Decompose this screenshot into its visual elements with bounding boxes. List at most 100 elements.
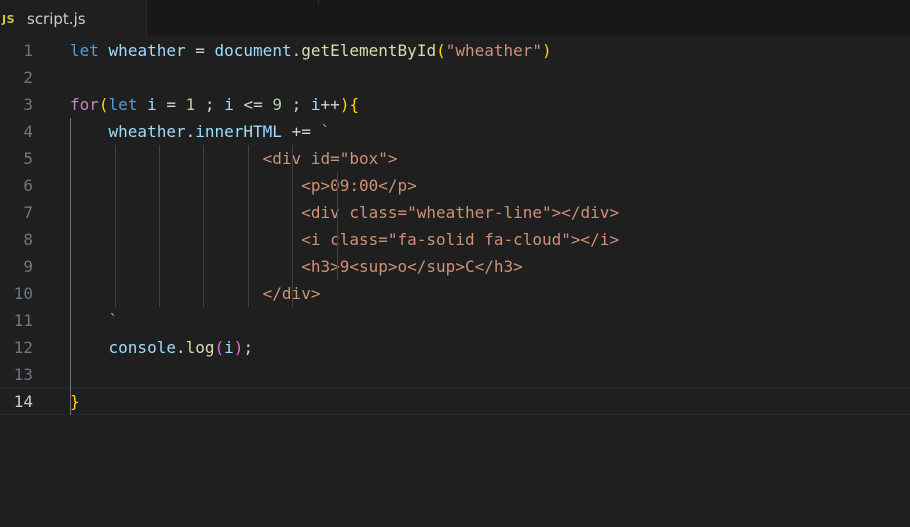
code-token: innerHTML [195, 122, 282, 141]
indent-guide [115, 145, 116, 307]
code-token: <i class="fa-solid fa-cloud"></i> [70, 230, 620, 249]
indent-guide [248, 145, 249, 307]
code-token: . [291, 41, 302, 60]
code-token: . [185, 122, 196, 141]
code-token: i [147, 95, 157, 114]
line-number: 12 [13, 338, 33, 357]
code-line[interactable]: 8 <i class="fa-solid fa-cloud"></i> [0, 226, 910, 253]
code-token: console [108, 338, 176, 357]
code-token: ) [542, 41, 552, 60]
code-token: <= [233, 95, 273, 114]
code-editor[interactable]: 1 let wheather = document.getElementById(… [0, 37, 910, 527]
code-text: console.log(i); [70, 334, 254, 361]
line-number: 9 [23, 257, 33, 276]
code-token: 1 [185, 95, 196, 114]
code-line[interactable]: 1 let wheather = document.getElementById(… [0, 37, 910, 64]
line-number: 6 [23, 176, 33, 195]
code-token: let [108, 95, 138, 114]
code-token: <div id="box"> [70, 149, 398, 168]
line-number: 8 [23, 230, 33, 249]
code-token: 9 [272, 95, 282, 114]
line-number: 1 [23, 41, 33, 60]
code-token: wheather [108, 122, 186, 141]
code-token: </div> [70, 284, 321, 303]
code-token: i [224, 95, 234, 114]
code-line[interactable]: 4 wheather.innerHTML += ` [0, 118, 910, 145]
indent-guide [337, 172, 338, 280]
code-line[interactable]: 11 ` [0, 307, 910, 334]
code-text: <h3>9<sup>o</sup>C</h3> [70, 253, 523, 280]
code-token: } [70, 392, 80, 411]
code-text: ` [70, 307, 119, 334]
line-number: 10 [13, 284, 33, 303]
code-token: += [281, 122, 321, 141]
line-number: 3 [23, 95, 33, 114]
indent-guide [159, 145, 160, 307]
tab-divider [318, 0, 319, 6]
tab-label: script.js [27, 10, 86, 28]
code-token: ; [243, 338, 254, 357]
code-token: { [349, 95, 360, 114]
code-token: "wheather" [445, 41, 543, 60]
code-line[interactable]: 7 <div class="wheather-line"></div> [0, 199, 910, 226]
code-token: = [185, 41, 215, 60]
code-token: ` [70, 311, 119, 330]
code-token: i [224, 338, 234, 357]
line-number: 4 [23, 122, 33, 141]
line-number: 2 [23, 68, 33, 87]
code-token: <p>09:00</p> [70, 176, 417, 195]
tab-script-js[interactable]: JS script.js [0, 0, 147, 35]
code-text: wheather.innerHTML += ` [70, 118, 331, 145]
code-token: ; [282, 95, 311, 114]
code-token: = [156, 95, 186, 114]
code-line[interactable]: 10 </div> [0, 280, 910, 307]
code-token: ++ [320, 95, 340, 114]
code-token: wheather [108, 41, 186, 60]
code-token: ; [195, 95, 225, 114]
javascript-file-icon: JS [2, 13, 16, 26]
code-line[interactable]: 2 [0, 64, 910, 91]
code-token: let [70, 41, 99, 60]
code-text: } [70, 388, 80, 415]
code-line[interactable]: 3 for(let i = 1 ; i <= 9 ; i++){ [0, 91, 910, 118]
code-token: i [310, 95, 321, 114]
line-number: 7 [23, 203, 33, 222]
code-token: log [185, 338, 215, 357]
code-text: </div> [70, 280, 321, 307]
code-line[interactable]: 9 <h3>9<sup>o</sup>C</h3> [0, 253, 910, 280]
code-line[interactable]: 12 console.log(i); [0, 334, 910, 361]
code-token: ( [98, 95, 109, 114]
code-token: <h3>9<sup>o</sup>C</h3> [70, 257, 523, 276]
code-token: for [70, 95, 99, 114]
code-line[interactable]: 5 <div id="box"> [0, 145, 910, 172]
code-token: <div class="wheather-line"></div> [70, 203, 620, 222]
code-token: ( [214, 338, 225, 357]
code-token: ) [339, 95, 350, 114]
code-text: for(let i = 1 ; i <= 9 ; i++){ [70, 91, 359, 118]
code-text: <div class="wheather-line"></div> [70, 199, 619, 226]
code-text: <div id="box"> [70, 145, 398, 172]
code-line[interactable]: 13 [0, 361, 910, 388]
code-text: <p>09:00</p> [70, 172, 417, 199]
tab-bar: JS script.js [0, 0, 910, 35]
line-number: 13 [13, 365, 33, 384]
code-token: ( [436, 41, 446, 60]
line-number: 5 [23, 149, 33, 168]
line-number: 11 [13, 311, 33, 330]
code-token: ) [233, 338, 244, 357]
indent-guide [203, 145, 204, 307]
code-text: <i class="fa-solid fa-cloud"></i> [70, 226, 619, 253]
indent-guide [70, 118, 71, 415]
code-token: getElementById [301, 41, 437, 60]
code-text: let wheather = document.getElementById("… [70, 37, 552, 64]
code-line[interactable]: 6 <p>09:00</p> [0, 172, 910, 199]
indent-guide [292, 145, 293, 307]
code-token: . [175, 338, 186, 357]
code-line[interactable]: 14} [0, 388, 910, 415]
code-token: document [214, 41, 292, 60]
code-token: ` [320, 122, 331, 141]
